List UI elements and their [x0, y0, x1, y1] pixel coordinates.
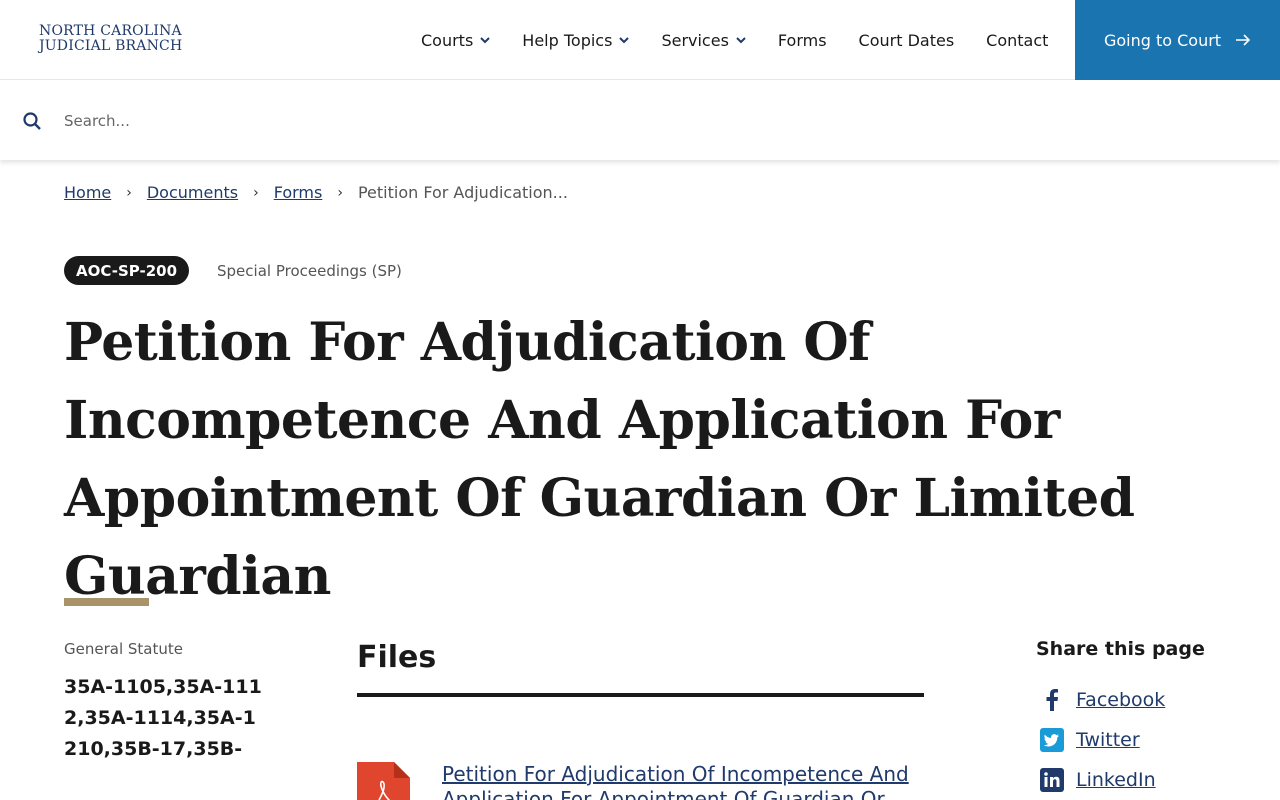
going-to-court-label: Going to Court — [1103, 30, 1222, 50]
breadcrumb-documents[interactable]: Documents — [147, 183, 238, 202]
files-divider — [357, 693, 924, 697]
nav-services[interactable]: Services — [645, 31, 761, 50]
file-download-link[interactable]: Petition For Adjudication Of Incompetenc… — [442, 762, 924, 800]
share-linkedin[interactable]: LinkedIn — [1038, 760, 1165, 800]
nav-forms[interactable]: Forms — [762, 31, 843, 50]
search-input[interactable] — [64, 107, 964, 135]
search-icon[interactable] — [22, 111, 42, 131]
pdf-icon[interactable] — [357, 762, 410, 800]
linkedin-icon — [1038, 766, 1066, 794]
logo-line-2: Judicial Branch — [39, 38, 183, 54]
form-category: Special Proceedings (SP) — [217, 261, 402, 280]
share-facebook[interactable]: Facebook — [1038, 680, 1165, 720]
share-twitter-link[interactable]: Twitter — [1076, 729, 1140, 751]
arrow-right-icon — [1236, 34, 1251, 46]
chevron-down-icon — [480, 37, 491, 44]
nav-label: Help Topics — [522, 30, 613, 50]
chevron-down-icon — [619, 37, 630, 44]
nav-label: Contact — [986, 30, 1049, 50]
chevron-right-icon: › — [253, 184, 259, 201]
nav-contact[interactable]: Contact — [970, 31, 1064, 50]
facebook-icon — [1038, 686, 1066, 714]
share-twitter[interactable]: Twitter — [1038, 720, 1165, 760]
general-statute-value: 35A-1105,35A-1112,35A-1114,35A-1210,35B-… — [64, 676, 262, 760]
share-heading: Share this page — [1036, 638, 1205, 660]
breadcrumb-home[interactable]: Home — [64, 183, 111, 202]
form-code-badge: AOC-SP-200 — [64, 256, 190, 285]
share-linkedin-link[interactable]: LinkedIn — [1076, 769, 1156, 791]
search-bar — [0, 81, 1280, 160]
chevron-right-icon: › — [337, 184, 343, 201]
logo-line-1: North Carolina — [39, 23, 182, 39]
share-list: Facebook Twitter LinkedIn — [1038, 680, 1165, 800]
share-facebook-link[interactable]: Facebook — [1076, 689, 1165, 711]
chevron-right-icon: › — [126, 184, 132, 201]
accent-divider — [64, 598, 149, 606]
breadcrumb-current: Petition For Adjudication... — [357, 183, 568, 202]
nav-label: Court Dates — [858, 30, 955, 50]
nav-label: Courts — [421, 30, 474, 50]
nav-label: Services — [661, 30, 729, 50]
chevron-down-icon — [736, 37, 746, 44]
site-logo[interactable]: North Carolina Judicial Branch — [39, 24, 182, 54]
nav-label: Forms — [777, 30, 827, 50]
form-tags: AOC-SP-200 Special Proceedings (SP) — [64, 256, 402, 285]
page-title: Petition For Adjudication Of Incompetenc… — [64, 312, 1135, 607]
general-statute-label: General Statute — [64, 640, 183, 658]
breadcrumb-forms[interactable]: Forms — [274, 183, 323, 202]
files-heading: Files — [357, 640, 437, 675]
main-nav: Courts Help Topics Services Forms Court … — [405, 0, 1064, 80]
twitter-icon — [1038, 726, 1066, 754]
nav-help-topics[interactable]: Help Topics — [506, 31, 645, 50]
nav-court-dates[interactable]: Court Dates — [843, 31, 971, 50]
going-to-court-button[interactable]: Going to Court — [1075, 0, 1280, 80]
site-header: North Carolina Judicial Branch Courts He… — [0, 0, 1280, 80]
nav-courts[interactable]: Courts — [405, 31, 506, 50]
breadcrumb: Home › Documents › Forms › Petition For … — [64, 183, 568, 202]
